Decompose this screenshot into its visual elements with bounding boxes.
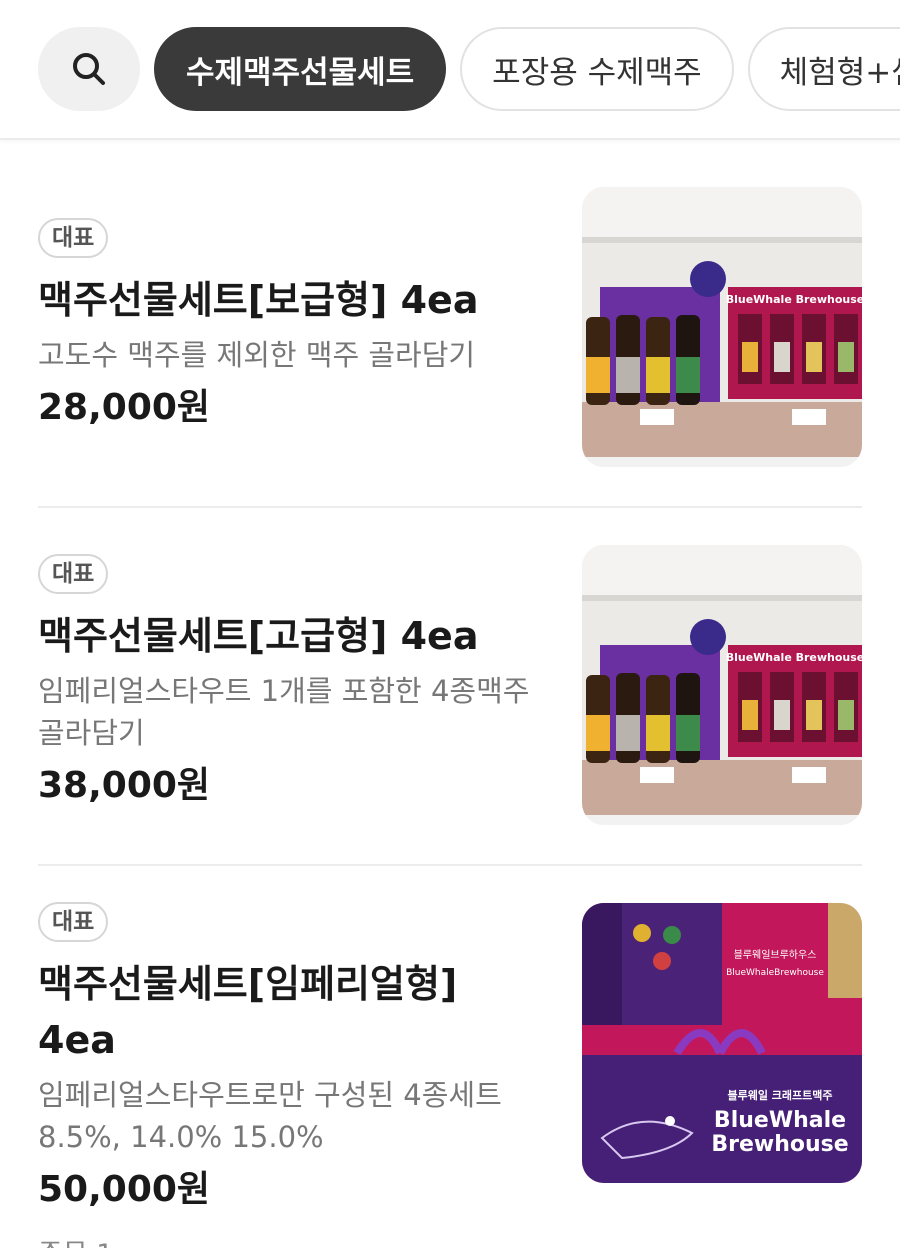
box-top-kr: 블루웨일브루하우스 xyxy=(734,948,817,961)
box-front-kr: 블루웨일 크래프트맥주 xyxy=(727,1088,832,1102)
item-divider xyxy=(38,864,862,866)
box-front-brand-line1: BlueWhale xyxy=(714,1108,846,1133)
box-label: BlueWhale Brewhouse xyxy=(726,293,862,306)
product-name[interactable]: 맥주선물세트[보급형] 4ea xyxy=(38,272,538,328)
product-image[interactable]: BlueWhale Brewhouse xyxy=(582,187,862,467)
search-icon xyxy=(73,53,105,85)
product-description: 고도수 맥주를 제외한 맥주 골라담기 xyxy=(38,338,476,372)
search-button[interactable] xyxy=(38,27,140,111)
chip-experience[interactable]: 체험형+샘 xyxy=(747,27,900,111)
representative-badge: 대표 xyxy=(38,902,109,942)
box-front-brand-line2: Brewhouse xyxy=(711,1132,848,1157)
beer-gift-set-photo: BlueWhale Brewhouse xyxy=(582,187,862,467)
product-name[interactable]: 맥주선물세트[고급형] 4ea xyxy=(38,608,538,664)
product-image[interactable]: BlueWhale Brewhouse xyxy=(582,545,862,825)
category-chip-bar: 수제맥주선물세트 포장용 수제맥주 체험형+샘 xyxy=(0,0,900,140)
product-name[interactable]: 맥주선물세트[임페리얼형] 4ea xyxy=(38,956,508,1068)
box-label: BlueWhale Brewhouse xyxy=(726,651,862,664)
product-image[interactable]: 블루웨일브루하우스 BlueWhaleBrewhouse 블루웨일 크래프트맥주… xyxy=(582,903,862,1183)
box-top-en: BlueWhaleBrewhouse xyxy=(726,968,824,978)
chip-craft-beer-gift-set[interactable]: 수제맥주선물세트 xyxy=(154,27,447,111)
product-description: 임페리얼스타우트 1개를 포함한 4종맥주 골라담기 xyxy=(38,674,530,750)
representative-badge: 대표 xyxy=(38,554,109,594)
beer-gift-set-photo: BlueWhale Brewhouse xyxy=(582,545,862,825)
item-divider xyxy=(38,506,862,508)
product-list-page: 수제맥주선물세트 포장용 수제맥주 체험형+샘 대표 맥주선물세트[보급형] 4… xyxy=(0,0,900,1248)
product-description: 임페리얼스타우트로만 구성된 4종세트 8.5%, 14.0% 15.0% xyxy=(38,1078,502,1154)
order-count-cutoff: 주문 1 xyxy=(38,1232,113,1248)
gift-box-photo: 블루웨일브루하우스 BlueWhaleBrewhouse 블루웨일 크래프트맥주… xyxy=(582,903,862,1183)
chip-takeout-craft-beer[interactable]: 포장용 수제맥주 xyxy=(460,27,734,111)
representative-badge: 대표 xyxy=(38,218,109,258)
